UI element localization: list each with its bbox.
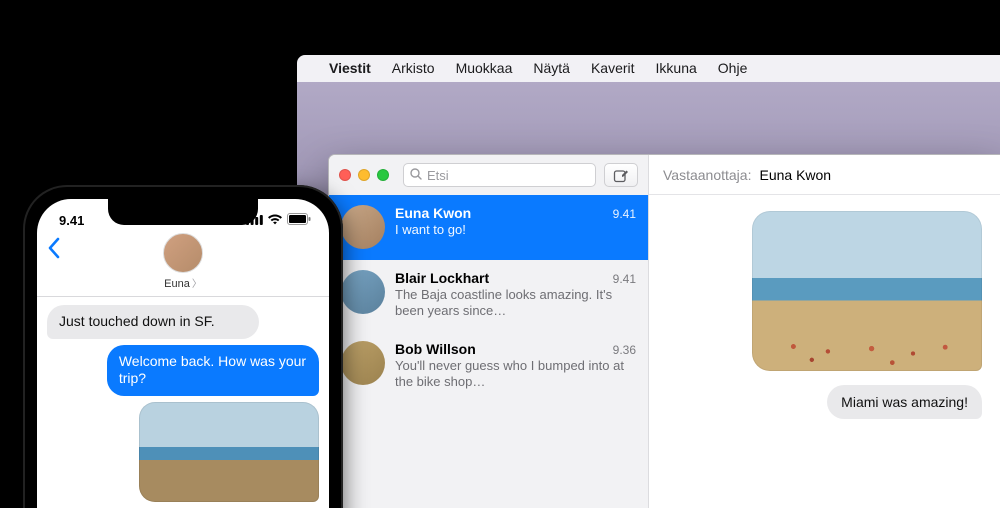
conversation-preview: You'll never guess who I bumped into at … (395, 358, 636, 391)
contact-name-row[interactable]: Euna〉 (37, 275, 329, 290)
contact-name: Euna (164, 278, 190, 290)
conversation-list: Euna Kwon 9.41 I want to go! Blair Lockh… (329, 195, 648, 508)
conversation-header: Euna〉 (37, 233, 329, 297)
wifi-icon (267, 213, 283, 228)
menubar-item-ikkuna[interactable]: Ikkuna (656, 60, 697, 76)
window-controls (339, 169, 389, 181)
conversation-name: Bob Willson (395, 341, 476, 357)
menubar-item-kaverit[interactable]: Kaverit (591, 60, 635, 76)
conversation-sidebar: Etsi Euna Kwon 9.41 I want to go! (329, 155, 649, 508)
mac-desktop: Viestit Arkisto Muokkaa Näytä Kaverit Ik… (290, 54, 1000, 508)
to-recipient[interactable]: Euna Kwon (759, 167, 831, 183)
avatar (341, 341, 385, 385)
iphone-conversation-body: Just touched down in SF. Welcome back. H… (37, 297, 329, 508)
search-placeholder: Etsi (427, 168, 449, 183)
message-thread: Miami was amazing! (649, 195, 1000, 508)
minimize-window-button[interactable] (358, 169, 370, 181)
conversation-preview: The Baja coastline looks amazing. It's b… (395, 287, 636, 320)
search-input[interactable]: Etsi (403, 163, 596, 187)
conversation-time: 9.36 (613, 343, 636, 357)
battery-icon (287, 213, 311, 228)
avatar (341, 205, 385, 249)
message-incoming[interactable]: Miami was amazing! (827, 385, 982, 419)
conversation-item[interactable]: Bob Willson 9.36 You'll never guess who … (329, 331, 648, 402)
compose-button[interactable] (604, 163, 638, 187)
menubar-item-arkisto[interactable]: Arkisto (392, 60, 435, 76)
to-label: Vastaanottaja: (663, 167, 751, 183)
iphone-notch (108, 199, 258, 225)
conversation-pane: Vastaanottaja: Euna Kwon Miami was amazi… (649, 155, 1000, 508)
zoom-window-button[interactable] (377, 169, 389, 181)
chevron-right-icon: 〉 (190, 279, 202, 290)
conversation-time: 9.41 (613, 272, 636, 286)
contact-avatar[interactable] (163, 233, 203, 273)
conversation-time: 9.41 (613, 207, 636, 221)
message-incoming[interactable]: Just touched down in SF. (47, 305, 259, 339)
conversation-name: Euna Kwon (395, 205, 471, 221)
messages-window: Etsi Euna Kwon 9.41 I want to go! (328, 154, 1000, 508)
search-icon (410, 168, 422, 183)
conversation-item[interactable]: Euna Kwon 9.41 I want to go! (329, 195, 648, 260)
menubar-item-nayta[interactable]: Näytä (533, 60, 570, 76)
conversation-name: Blair Lockhart (395, 270, 489, 286)
conversation-preview: I want to go! (395, 222, 636, 238)
menubar-item-muokkaa[interactable]: Muokkaa (456, 60, 513, 76)
close-window-button[interactable] (339, 169, 351, 181)
menubar-item-ohje[interactable]: Ohje (718, 60, 748, 76)
status-time: 9.41 (59, 213, 84, 228)
avatar (341, 270, 385, 314)
to-field-bar: Vastaanottaja: Euna Kwon (649, 155, 1000, 195)
back-button[interactable] (47, 237, 60, 265)
message-outgoing[interactable]: Welcome back. How was your trip? (107, 345, 319, 396)
iphone-device: 9.41 Euna〉 Just touch (23, 185, 343, 508)
sidebar-toolbar: Etsi (329, 155, 648, 195)
message-photo-outgoing[interactable] (752, 211, 982, 371)
iphone-screen: 9.41 Euna〉 Just touch (37, 199, 329, 508)
message-photo-outgoing[interactable] (139, 402, 319, 502)
mac-menubar: Viestit Arkisto Muokkaa Näytä Kaverit Ik… (290, 54, 1000, 82)
conversation-item[interactable]: Blair Lockhart 9.41 The Baja coastline l… (329, 260, 648, 331)
menubar-app-name[interactable]: Viestit (329, 60, 371, 76)
